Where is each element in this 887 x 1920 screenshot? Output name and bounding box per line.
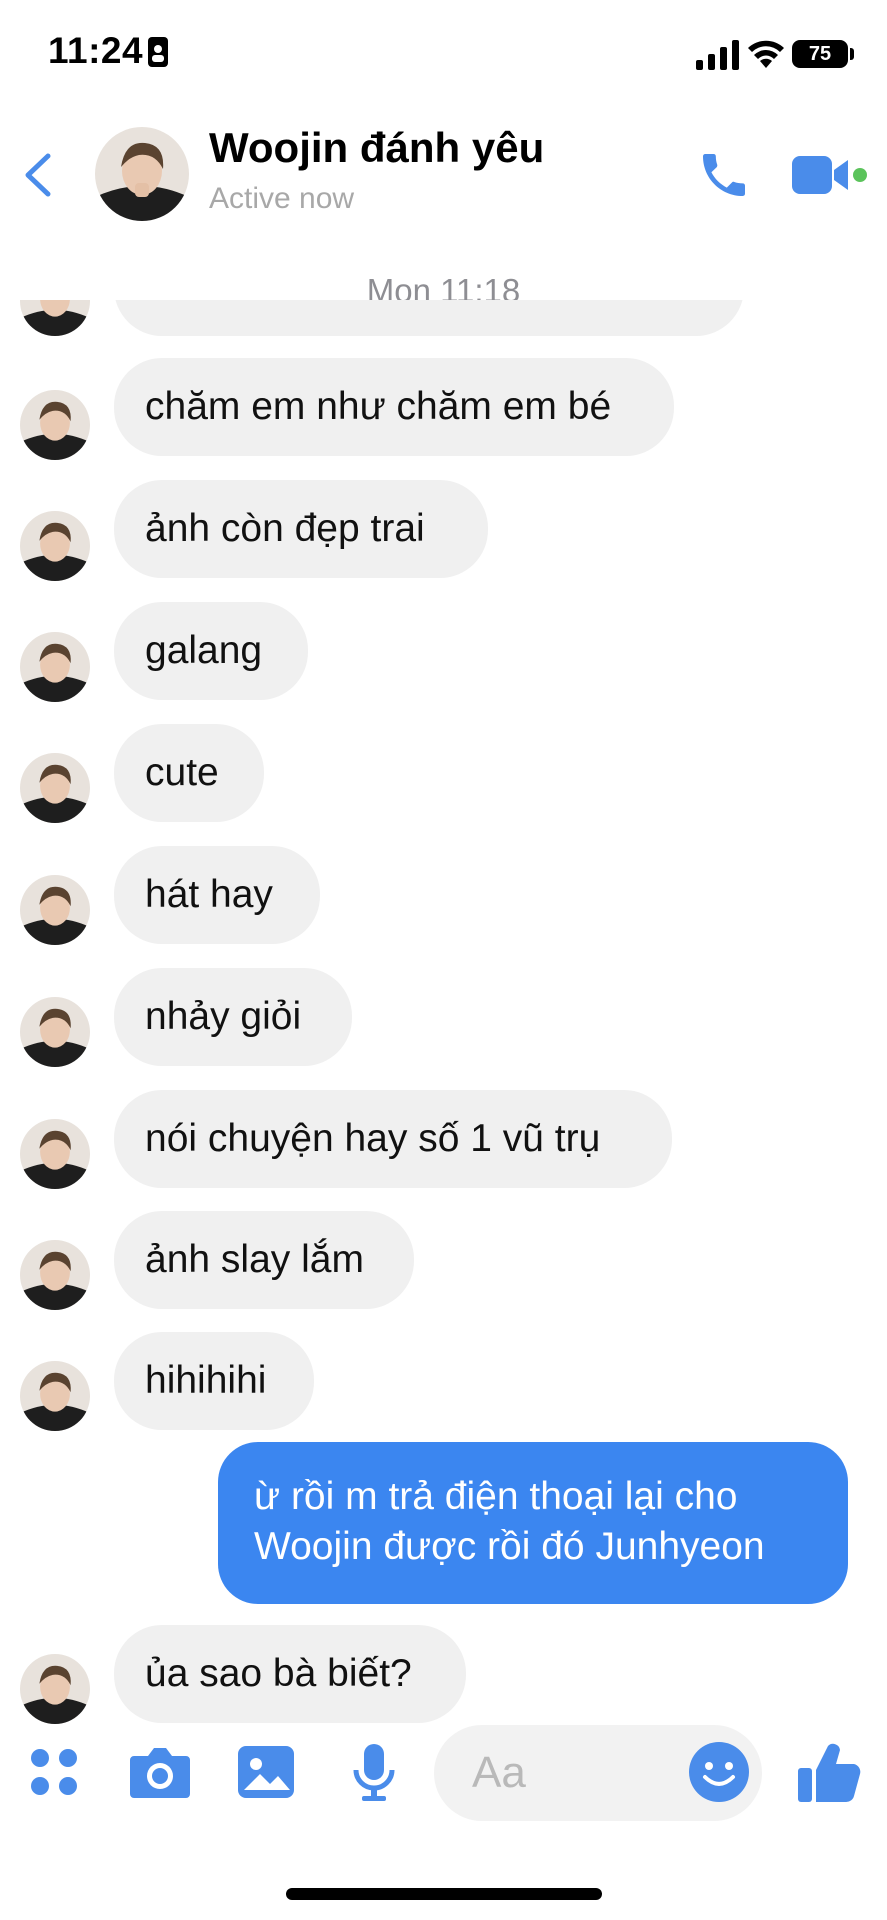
sender-avatar[interactable] [20,1361,90,1431]
microphone-icon[interactable] [344,1742,404,1802]
partial-message-bubble [114,300,744,336]
message-input-placeholder: Aa [472,1748,526,1797]
sender-avatar[interactable] [20,1119,90,1189]
incoming-message[interactable]: hihihihi [114,1332,314,1430]
incoming-message[interactable]: ủa sao bà biết? [114,1625,466,1723]
sender-avatar[interactable] [20,997,90,1067]
cellular-signal-icon [696,40,740,70]
wifi-icon [747,38,785,70]
incoming-message[interactable]: galang [114,602,308,700]
incoming-message[interactable]: nói chuyện hay số 1 vũ trụ [114,1090,672,1188]
sender-avatar[interactable] [20,632,90,702]
phone-call-button[interactable] [696,147,752,203]
gallery-icon[interactable] [236,1742,296,1802]
outgoing-message-line: ừ rồi m trả điện thoại lại cho [254,1475,738,1518]
incoming-message[interactable]: chăm em như chăm em bé [114,358,674,456]
camera-icon[interactable] [128,1742,190,1802]
battery-indicator: 75 [792,40,848,68]
sender-avatar[interactable] [20,511,90,581]
video-call-button[interactable] [790,150,860,200]
sender-avatar[interactable] [20,753,90,823]
battery-tip [850,48,854,60]
contact-name[interactable]: Woojin đánh yêu [209,124,544,172]
thumbs-up-icon[interactable] [796,1738,864,1806]
active-status: Active now [209,182,355,215]
outgoing-message-line: Woojin được rồi đó Junhyeon [254,1525,765,1568]
status-time: 11:24 [48,30,144,71]
incoming-message[interactable]: hát hay [114,846,320,944]
contact-avatar[interactable] [95,127,189,221]
outgoing-message[interactable]: ừ rồi m trả điện thoại lại cho Woojin đư… [218,1442,848,1604]
incoming-message[interactable]: cute [114,724,264,822]
partial-avatar [20,300,90,336]
id-badge-icon [147,36,169,68]
online-indicator [853,168,867,182]
sender-avatar[interactable] [20,1654,90,1724]
sender-avatar[interactable] [20,875,90,945]
back-button[interactable] [18,150,58,200]
sender-avatar[interactable] [20,390,90,460]
incoming-message[interactable]: nhảy giỏi [114,968,352,1066]
home-indicator [286,1888,602,1900]
incoming-message[interactable]: ảnh slay lắm [114,1211,414,1309]
apps-menu-icon[interactable] [24,1742,84,1802]
incoming-message[interactable]: ảnh còn đẹp trai [114,480,488,578]
sender-avatar[interactable] [20,1240,90,1310]
emoji-icon[interactable] [688,1741,750,1803]
